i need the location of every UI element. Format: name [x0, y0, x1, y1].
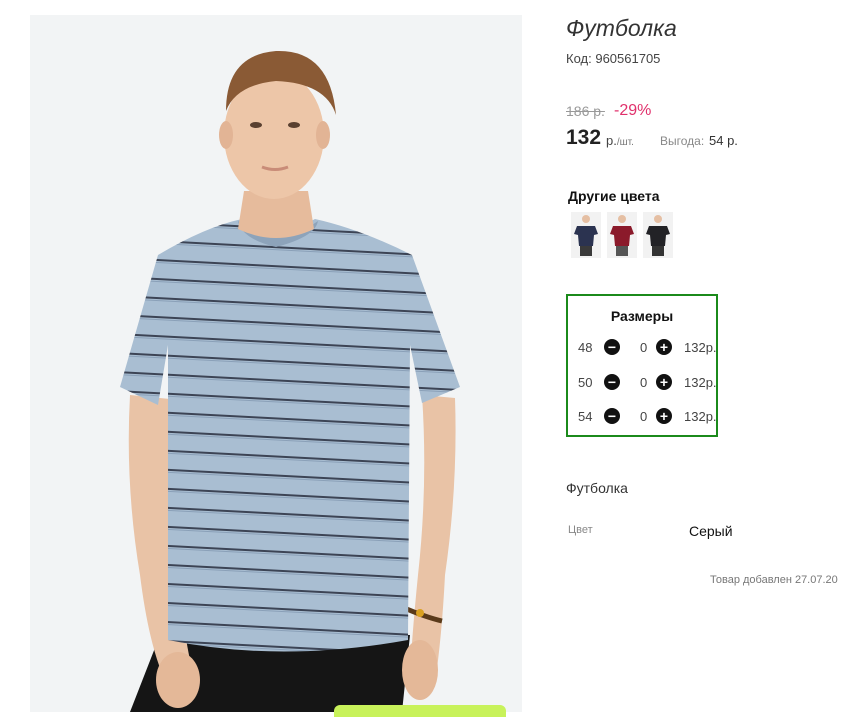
color-swatch-black[interactable] [643, 212, 673, 258]
add-to-cart-button[interactable] [334, 705, 506, 717]
price-unit: р./шт. [606, 133, 634, 148]
size-quantity: 0 [640, 340, 648, 355]
sizes-title: Размеры [610, 308, 674, 324]
product-description: Футболка [566, 480, 628, 496]
size-price: 132р. [684, 340, 717, 355]
plus-circle-icon[interactable]: + [656, 408, 672, 424]
benefit-label: Выгода: [660, 134, 705, 148]
swatch-black-thumbnail [643, 212, 673, 258]
minus-circle-icon[interactable]: − [604, 374, 620, 390]
old-price: 186 р. [566, 103, 605, 119]
size-row-54: 54 − 0 + 132р. [578, 407, 718, 427]
product-code: Код: 960561705 [566, 51, 660, 66]
swatch-burgundy-thumbnail [607, 212, 637, 258]
discount-badge: -29% [614, 102, 652, 119]
minus-circle-icon[interactable]: − [604, 408, 620, 424]
model-tshirt-photo [30, 15, 522, 712]
code-value: 960561705 [595, 51, 661, 66]
size-price: 132р. [684, 375, 717, 390]
code-label: Код: [566, 51, 592, 66]
color-attribute-value: Серый [689, 523, 733, 539]
price-unit-suffix: /шт. [616, 137, 634, 148]
size-quantity: 0 [640, 375, 648, 390]
color-attribute-label: Цвет [568, 524, 593, 536]
product-photo[interactable] [30, 15, 522, 712]
plus-circle-icon[interactable]: + [656, 374, 672, 390]
color-swatches [571, 212, 673, 258]
size-label: 54 [578, 409, 593, 424]
size-label: 48 [578, 340, 593, 355]
price-currency: р. [606, 133, 617, 148]
color-swatch-navy[interactable] [571, 212, 601, 258]
color-swatch-burgundy[interactable] [607, 212, 637, 258]
current-price: 132 [566, 126, 602, 149]
swatch-navy-thumbnail [571, 212, 601, 258]
minus-circle-icon[interactable]: − [604, 339, 620, 355]
size-row-50: 50 − 0 + 132р. [578, 373, 718, 393]
size-quantity: 0 [640, 409, 648, 424]
product-title: Футболка [566, 15, 677, 41]
plus-circle-icon[interactable]: + [656, 339, 672, 355]
size-row-48: 48 − 0 + 132р. [578, 338, 718, 358]
other-colors-title: Другие цвета [568, 188, 660, 204]
benefit-value: 54 р. [709, 133, 738, 148]
size-price: 132р. [684, 409, 717, 424]
size-label: 50 [578, 375, 593, 390]
added-date: Товар добавлен 27.07.20 [710, 574, 838, 586]
sizes-panel: Размеры 48 − 0 + 132р. 50 − 0 + 132р. 54… [566, 294, 718, 437]
